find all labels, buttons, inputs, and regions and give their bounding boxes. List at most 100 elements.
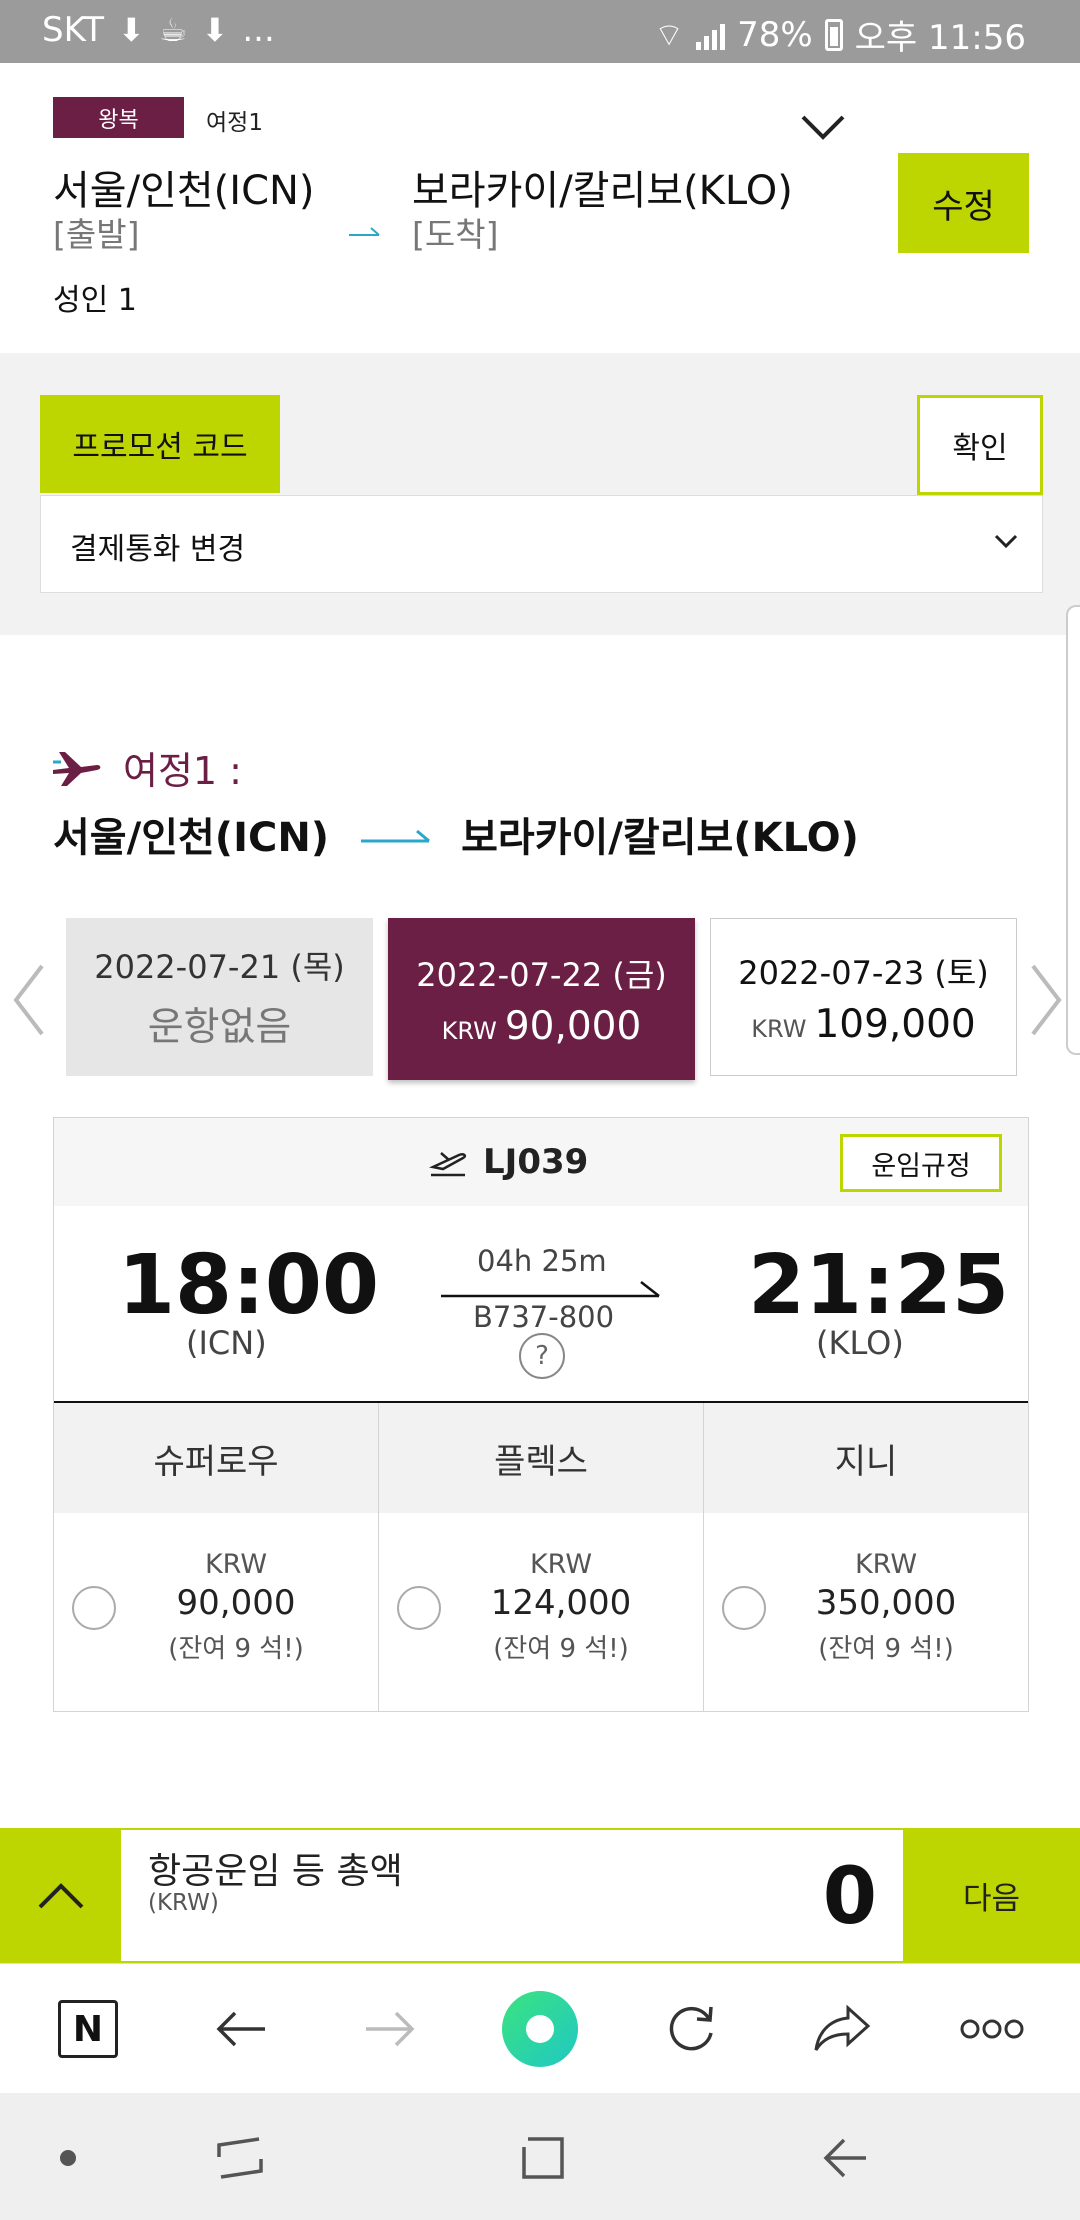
dot-icon [60,2150,76,2166]
fare-name: 지니 [704,1403,1028,1513]
fare-currency: KRW [529,1549,593,1580]
home-button[interactable] [508,2123,578,2193]
share-button[interactable] [802,1989,882,2069]
expand-total-button[interactable] [0,1828,121,1963]
arrow-right-icon [366,2011,415,2047]
green-dot-button[interactable] [500,1989,580,2069]
clock: 오후 11:56 [854,18,1026,58]
date-price: KRW 109,000 [751,1002,975,1047]
total-fare-amount: 0 [822,1852,877,1942]
promo-code-tab[interactable]: 프로모션 코드 [40,395,280,493]
date-amount: 90,000 [504,1003,642,1049]
carrier-label: SKT [42,10,105,50]
itinerary-title: 여정1 : [123,749,242,793]
fare-name: 슈퍼로우 [54,1403,378,1513]
leg-label: 여정1 [206,110,263,136]
next-button[interactable]: 다음 [903,1828,1080,1963]
battery-icon [824,18,843,51]
more-notifications: ... [242,10,275,50]
total-fare-bar: 항공운임 등 총액 (KRW) 0 다음 [0,1828,1080,1963]
total-fare-box: 항공운임 등 총액 (KRW) 0 [121,1830,903,1961]
download-icon: ⬇ [118,11,145,49]
nav-dot-button[interactable] [33,2123,103,2193]
currency-select-label: 결제통화 변경 [70,532,246,567]
fare-amount: 350,000 [815,1583,957,1623]
fare-name: 플렉스 [379,1403,703,1513]
departure-label: [출발] [53,215,140,254]
refresh-button[interactable] [651,1989,731,2069]
refresh-icon [669,2006,713,2051]
more-dots-icon [960,2019,1024,2039]
arrival-label: [도착] [412,215,499,254]
itinerary-heading: 여정1 : [51,740,242,795]
system-navigation-bar [0,2093,1080,2220]
recent-apps-icon [217,2137,263,2179]
date-currency: KRW [441,1016,497,1045]
promo-section: 프로모션 코드 확인 결제통화 변경 [0,353,1080,635]
prev-date-icon[interactable] [10,960,50,1040]
date-option-0723[interactable]: 2022-07-23 (토) KRW 109,000 [710,918,1017,1076]
date-option-0722-selected[interactable]: 2022-07-22 (금) KRW 90,000 [388,918,695,1080]
naver-home-letter: N [72,2008,104,2050]
back-arrow-icon [823,2138,866,2178]
fare-currency: KRW [854,1549,918,1580]
total-fare-label: 항공운임 등 총액 [148,1851,403,1892]
coffee-icon: ☕ [158,11,188,49]
recent-apps-button[interactable] [205,2123,275,2193]
passenger-count: 성인 1 [53,283,137,318]
arrow-left-icon [216,2011,265,2047]
fare-amount: 90,000 [176,1583,296,1623]
flight-card-header: LJ039 운임규정 [54,1118,1028,1206]
date-label: 2022-07-23 (토) [738,953,989,992]
flight-duration: 04h 25m [477,1244,607,1278]
signal-icon [696,20,726,50]
departure-time: 18:00 [118,1238,380,1333]
arrival-time: 21:25 [748,1238,1010,1333]
fare-seats-left: (잔여 9 석!) [818,1634,954,1664]
battery-percent: 78% [737,14,813,55]
flight-number: LJ039 [483,1142,589,1182]
flight-number-row: LJ039 [429,1142,588,1182]
edit-button[interactable]: 수정 [898,153,1029,253]
fare-option-superlow[interactable]: 슈퍼로우 KRW 90,000 (잔여 9 석!) [54,1403,379,1711]
chevron-down-icon [994,534,1018,548]
fare-amount: 124,000 [490,1583,632,1623]
fare-seats-left: (잔여 9 석!) [168,1634,304,1664]
aircraft-type: B737-800 [473,1300,615,1334]
date-price: KRW 90,000 [442,1004,642,1049]
confirm-button[interactable]: 확인 [917,395,1043,495]
takeoff-icon [429,1152,467,1177]
back-button[interactable] [201,1989,281,2069]
itinerary-route: 서울/인천(ICN) 보라카이/칼리보(KLO) [53,805,859,863]
fare-option-flex[interactable]: 플렉스 KRW 124,000 (잔여 9 석!) [379,1403,704,1711]
flight-card: LJ039 운임규정 18:00 (ICN) 04h 25m B737-800 … [53,1117,1029,1712]
route-arrow-icon [361,829,431,843]
forward-button[interactable] [350,1989,430,2069]
wifi-icon: ⌔ [653,15,685,54]
currency-select[interactable]: 결제통화 변경 [40,495,1043,593]
home-square-icon [522,2137,564,2179]
next-date-icon[interactable] [1025,960,1065,1040]
date-option-0721[interactable]: 2022-07-21 (목) 운항없음 [66,918,373,1076]
naver-home-icon: N [58,2000,118,2058]
naver-home-button[interactable]: N [48,1989,128,2069]
green-dot-icon [502,1991,578,2067]
date-label: 2022-07-22 (금) [416,955,667,994]
help-icon[interactable]: ? [519,1333,565,1379]
duration-arrow-icon [441,1281,660,1298]
trip-type-badge: 왕복 [53,97,184,138]
arrival-airport: (KLO) [816,1324,904,1362]
airplane-icon [53,751,101,786]
download-icon-2: ⬇ [201,11,229,49]
side-panel-handle[interactable] [1066,605,1080,1055]
chevron-down-icon[interactable] [800,113,846,141]
more-menu-button[interactable] [952,1989,1032,2069]
total-fare-currency: (KRW) [148,1890,219,1916]
fare-seats-left: (잔여 9 석!) [493,1634,629,1664]
fare-rules-button[interactable]: 운임규정 [840,1134,1002,1192]
date-amount: 109,000 [814,1001,976,1047]
system-back-button[interactable] [810,2123,880,2193]
departure-airport: (ICN) [186,1324,267,1362]
date-label: 2022-07-21 (목) [94,948,345,986]
fare-option-jini[interactable]: 지니 KRW 350,000 (잔여 9 석!) [704,1403,1028,1711]
